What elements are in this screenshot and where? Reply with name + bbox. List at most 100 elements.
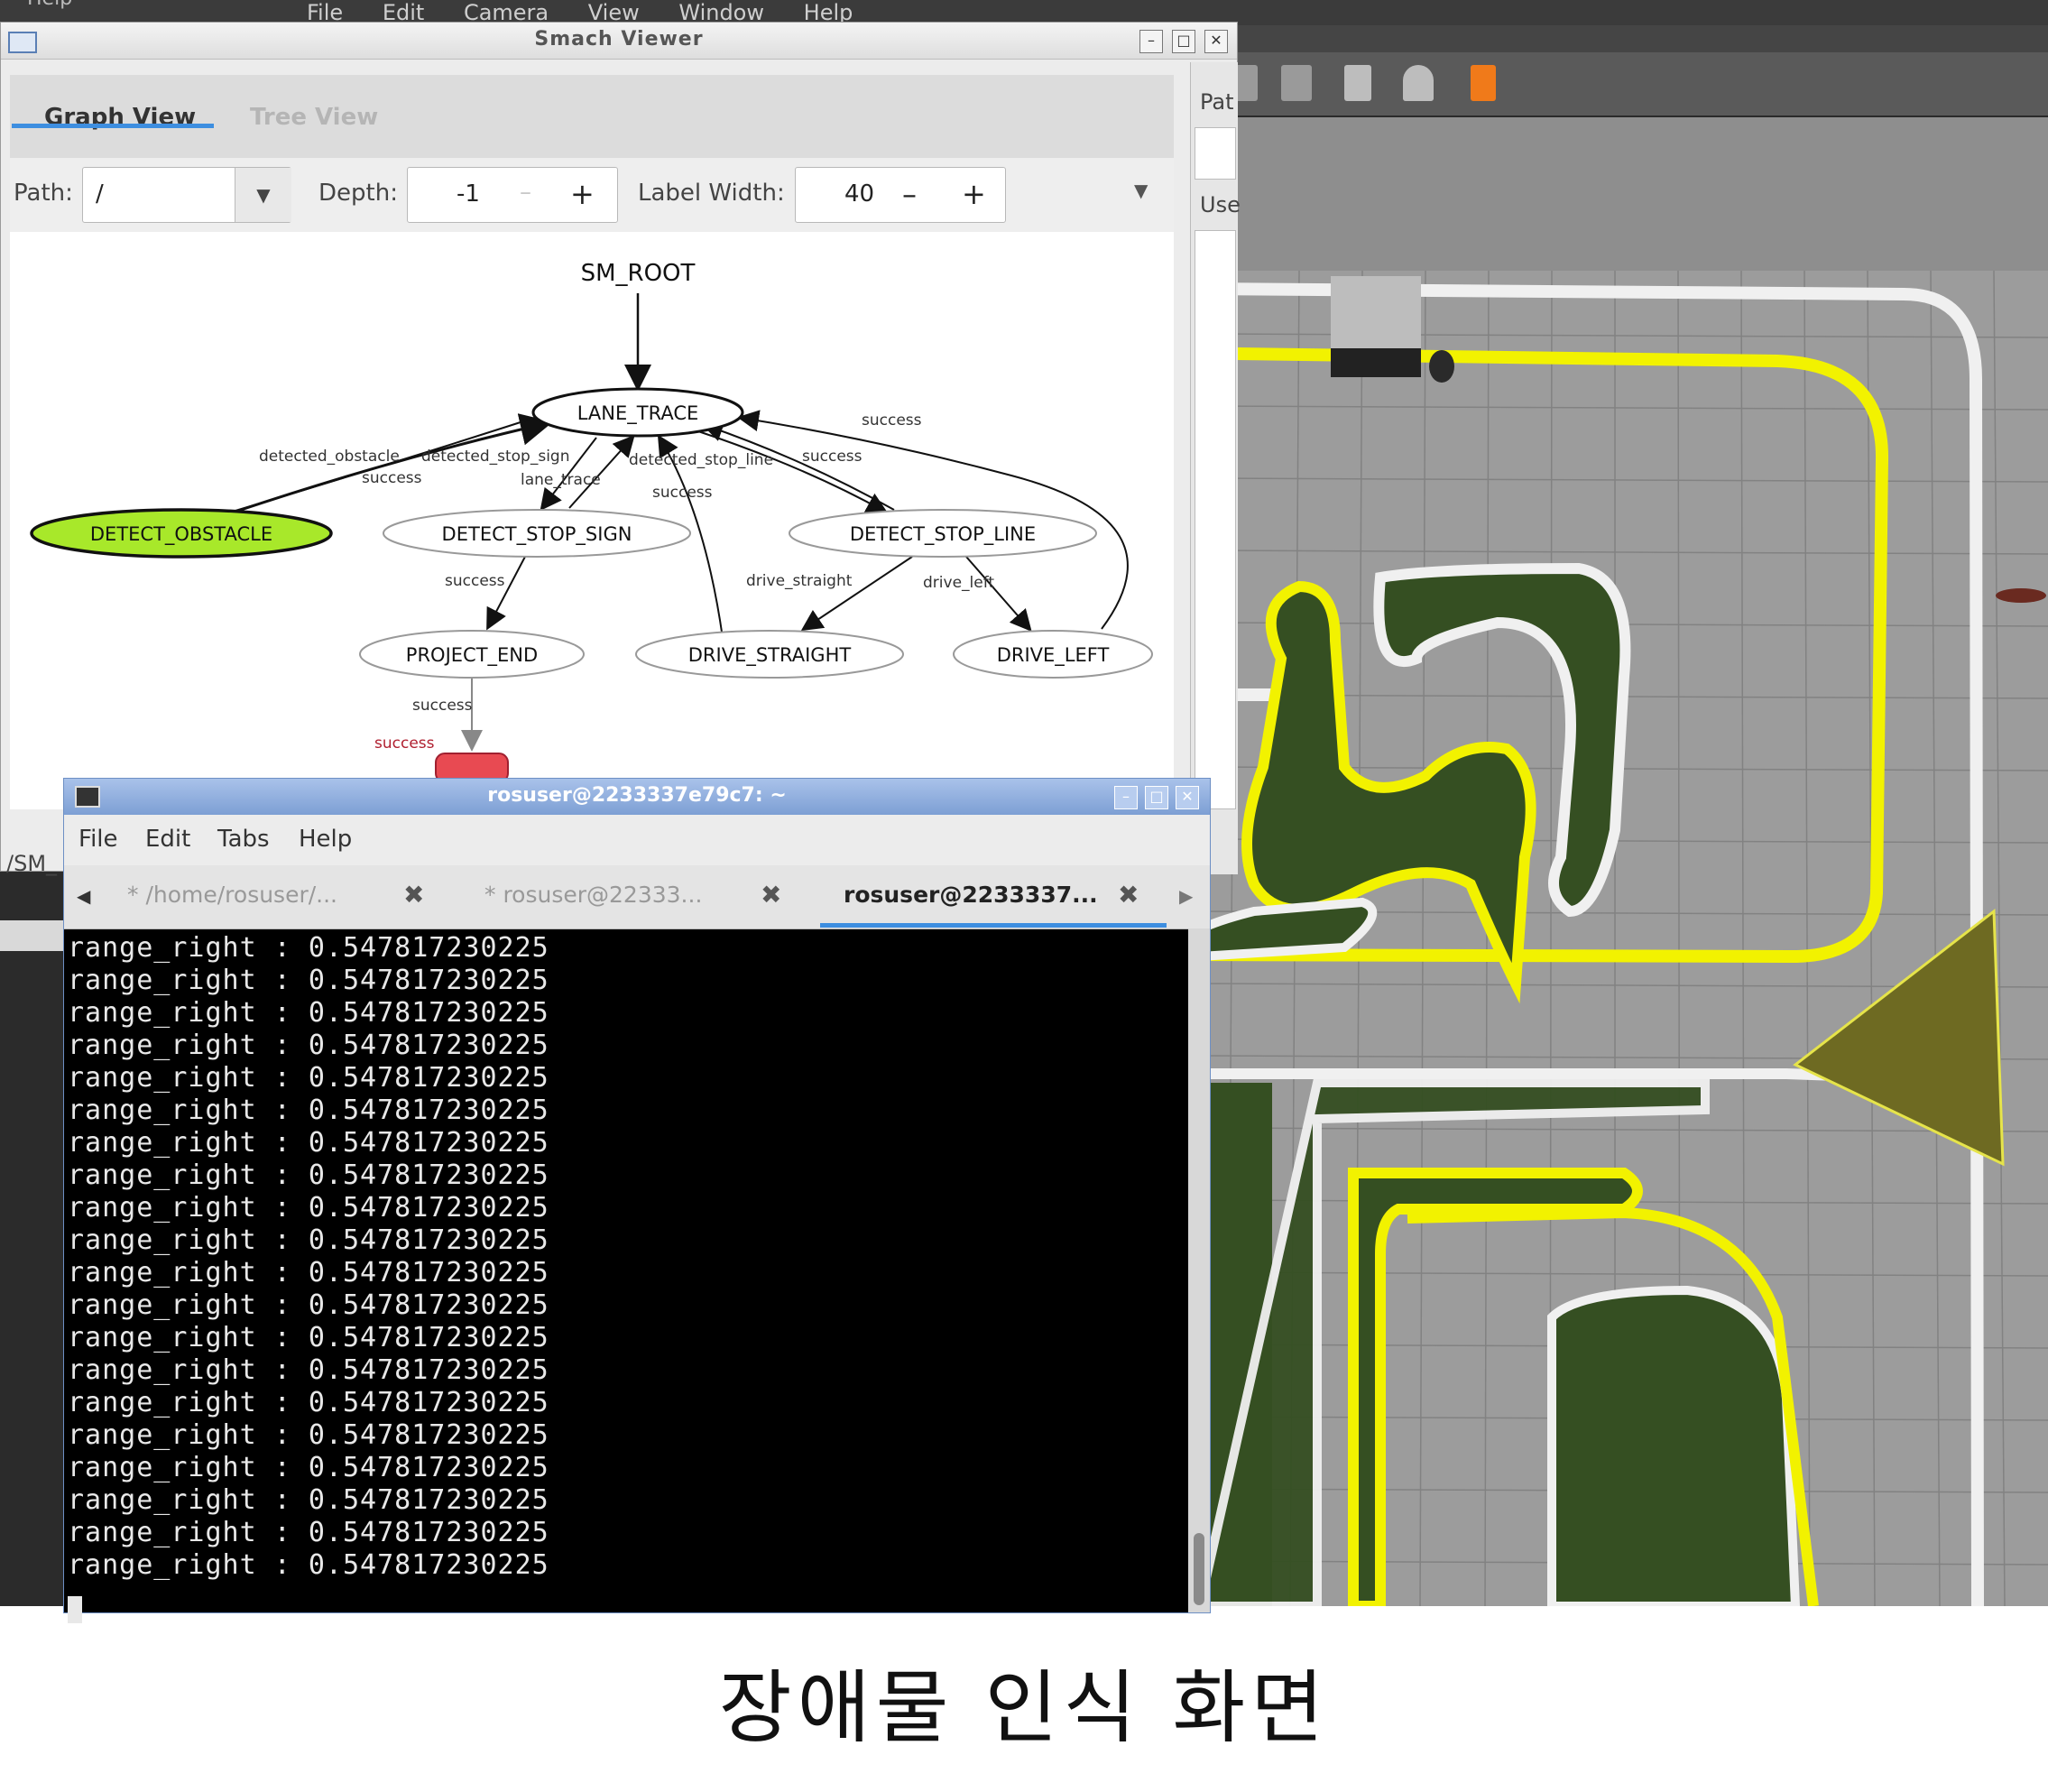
close-tab-icon[interactable]: ✖ <box>1118 880 1139 910</box>
edge-label: detected_stop_line <box>629 451 773 469</box>
terminal-tab-bar: ◀ * /home/rosuser/... ✖ * rosuser@22333.… <box>64 865 1210 929</box>
state-node[interactable]: PROJECT_END <box>359 630 585 679</box>
edge-label: success <box>862 411 922 430</box>
edge-label: success <box>412 697 473 715</box>
menu-tabs[interactable]: Tabs <box>217 826 270 853</box>
background-dark-panel <box>0 866 72 1606</box>
align-icon[interactable] <box>1344 65 1371 101</box>
state-label: DRIVE_LEFT <box>997 644 1110 667</box>
state-label: DETECT_STOP_SIGN <box>442 523 632 546</box>
depth-spinbox[interactable]: -1 – + <box>407 167 618 223</box>
edge-label: detected_stop_sign <box>421 448 570 466</box>
sm-status-label: /SM_ <box>6 851 58 876</box>
change-view-icon[interactable] <box>1471 65 1496 101</box>
smach-title-bar[interactable]: Smach Viewer – □ ✕ <box>1 23 1237 60</box>
terminal-line: range_right : 0.547817230225 <box>68 1095 549 1126</box>
paste-icon[interactable] <box>1281 65 1312 101</box>
state-node[interactable]: DRIVE_LEFT <box>953 630 1153 679</box>
gazebo-3d-scene[interactable] <box>1200 117 2048 1606</box>
label-width-spinbox[interactable]: 40 – + <box>795 167 1006 223</box>
edge-label: success <box>652 484 713 502</box>
terminal-line: range_right : 0.547817230225 <box>68 1257 549 1289</box>
label-width-increment-button[interactable]: + <box>962 177 986 211</box>
close-tab-icon[interactable]: ✖ <box>403 880 424 910</box>
side-path-field[interactable] <box>1195 127 1236 180</box>
terminal-line: range_right : 0.547817230225 <box>68 1419 549 1451</box>
label-width-label: Label Width: <box>638 180 785 207</box>
state-label: LANE_TRACE <box>577 402 699 425</box>
terminal-scrollbar[interactable] <box>1188 928 1210 1612</box>
depth-decrement-button[interactable]: – <box>520 179 531 206</box>
menu-edit[interactable]: Edit <box>145 826 190 853</box>
terminal-window: rosuser@2233337e79c7: ~ – □ ✕ File Edit … <box>63 778 1211 1623</box>
background-help-menu[interactable]: Help <box>27 0 72 10</box>
edge-label: drive_left <box>923 574 994 592</box>
tab-tree-view[interactable]: Tree View <box>250 104 378 131</box>
menu-file[interactable]: File <box>78 826 118 853</box>
edge-label: lane_trace <box>521 471 601 489</box>
menu-help[interactable]: Help <box>299 826 352 853</box>
smach-side-panel: Pat Use <box>1190 62 1241 874</box>
terminal-line: range_right : 0.547817230225 <box>68 932 549 964</box>
tab-scroll-left-icon[interactable]: ◀ <box>77 885 90 907</box>
maximize-button[interactable]: □ <box>1172 30 1195 53</box>
close-button[interactable]: ✕ <box>1176 786 1199 809</box>
label-width-value: 40 <box>844 180 875 208</box>
terminal-title-bar[interactable]: rosuser@2233337e79c7: ~ – □ ✕ <box>64 779 1210 815</box>
side-user-label: Use <box>1200 192 1241 217</box>
state-machine-graph[interactable]: SM_ROOT detected_obstacle detected_stop_… <box>10 232 1174 809</box>
terminal-line: range_right : 0.547817230225 <box>68 1289 549 1321</box>
side-user-data[interactable] <box>1195 230 1236 809</box>
close-button[interactable]: ✕ <box>1204 30 1228 53</box>
depth-increment-button[interactable]: + <box>570 177 595 211</box>
state-label: DETECT_STOP_LINE <box>850 523 1036 546</box>
terminal-line: range_right : 0.547817230225 <box>68 1062 549 1094</box>
terminal-tab[interactable]: * /home/rosuser/... <box>127 882 337 908</box>
edge-label: success <box>445 572 505 590</box>
path-label: Path: <box>14 180 73 207</box>
state-node[interactable]: DETECT_STOP_SIGN <box>383 509 691 558</box>
terminal-cursor <box>68 1596 82 1623</box>
edge-label: success <box>362 469 422 487</box>
maximize-button[interactable]: □ <box>1145 786 1168 809</box>
terminal-line: range_right : 0.547817230225 <box>68 1159 549 1191</box>
terminal-output[interactable]: range_right : 0.547817230225 range_right… <box>64 928 1188 1623</box>
background-light-strip <box>0 920 72 951</box>
terminal-line: range_right : 0.547817230225 <box>68 1322 549 1353</box>
options-dropdown-icon[interactable]: ▼ <box>1134 180 1148 201</box>
edge-label: drive_straight <box>746 572 853 590</box>
graph-controls: Path: / ▼ Depth: -1 – + Label Width: 40 … <box>10 158 1174 232</box>
terminal-menubar: File Edit Tabs Help <box>64 815 1210 865</box>
smach-window-title: Smach Viewer <box>534 28 704 51</box>
terminal-line: range_right : 0.547817230225 <box>68 997 549 1029</box>
label-width-decrement-button[interactable]: – <box>902 177 917 211</box>
chevron-down-icon[interactable]: ▼ <box>235 168 291 222</box>
terminal-tab-active[interactable]: rosuser@2233337... <box>844 882 1098 908</box>
tab-scroll-right-icon[interactable]: ▶ <box>1179 885 1193 907</box>
terminal-tab[interactable]: * rosuser@22333... <box>484 882 702 908</box>
terminal-line: range_right : 0.547817230225 <box>68 1517 549 1548</box>
active-tab-indicator <box>12 124 214 128</box>
terminal-line: range_right : 0.547817230225 <box>68 1127 549 1159</box>
scrollbar-thumb[interactable] <box>1194 1533 1204 1605</box>
state-node-active[interactable]: DETECT_OBSTACLE <box>30 508 333 559</box>
state-node[interactable]: DETECT_STOP_LINE <box>789 509 1097 558</box>
terminal-line: range_right : 0.547817230225 <box>68 1387 549 1418</box>
minimize-button[interactable]: – <box>1114 786 1138 809</box>
terminal-line: range_right : 0.547817230225 <box>68 1224 549 1256</box>
active-tab-indicator <box>820 923 1167 928</box>
terminal-line: range_right : 0.547817230225 <box>68 1484 549 1516</box>
terminal-line: range_right : 0.547817230225 <box>68 1192 549 1224</box>
terminal-window-title: rosuser@2233337e79c7: ~ <box>487 784 787 807</box>
state-node[interactable]: DRIVE_STRAIGHT <box>635 630 904 679</box>
terminal-line: range_right : 0.547817230225 <box>68 1354 549 1386</box>
state-node[interactable]: LANE_TRACE <box>531 387 744 438</box>
graph-root-label: SM_ROOT <box>581 260 696 287</box>
snap-icon[interactable] <box>1403 65 1434 101</box>
path-combobox[interactable]: / ▼ <box>82 167 291 223</box>
edge-label: success <box>802 448 863 466</box>
path-value: / <box>96 180 104 208</box>
close-tab-icon[interactable]: ✖ <box>761 880 781 910</box>
state-label: PROJECT_END <box>406 644 538 667</box>
minimize-button[interactable]: – <box>1139 30 1163 53</box>
